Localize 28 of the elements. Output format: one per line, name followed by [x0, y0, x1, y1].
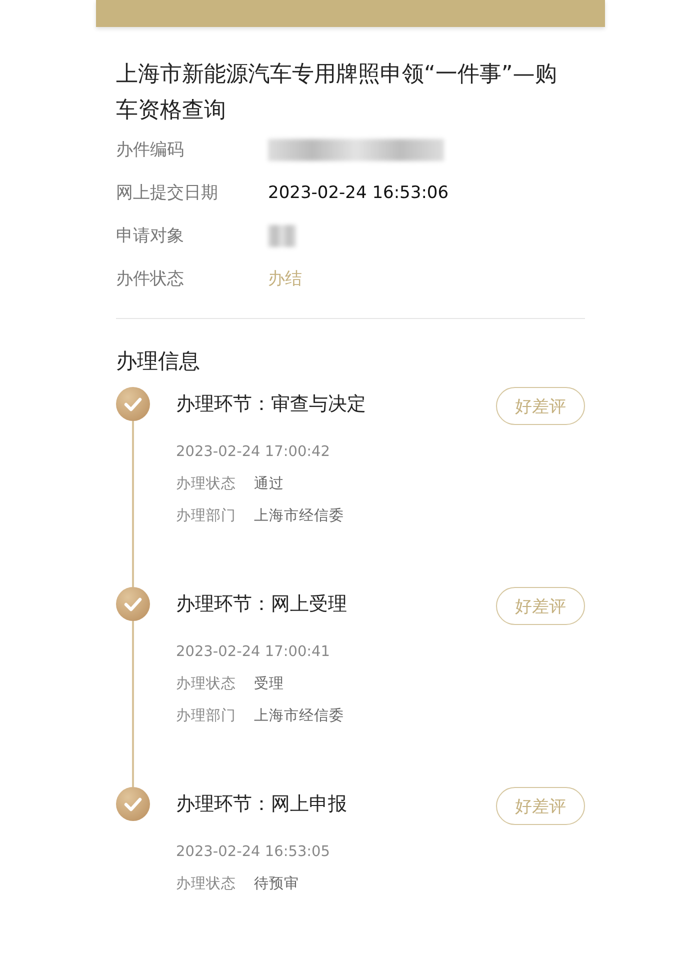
field-value: 上海市经信委: [254, 506, 344, 526]
field-value: 通过: [254, 475, 284, 494]
section-title: 办理信息: [116, 348, 201, 375]
info-label: 办件编码: [116, 139, 185, 162]
field-value: 上海市经信委: [254, 706, 344, 726]
status-value: 办结: [268, 268, 303, 291]
rating-button[interactable]: 好差评: [496, 387, 585, 425]
step-title: 办理环节：审查与决定: [176, 392, 367, 417]
field-label: 办理部门: [176, 506, 236, 526]
field-label: 办理状态: [176, 475, 236, 494]
field-label: 办理状态: [176, 875, 236, 894]
info-label: 办件状态: [116, 268, 185, 291]
info-label: 网上提交日期: [116, 182, 219, 205]
field-label: 办理部门: [176, 706, 236, 726]
step-title: 办理环节：网上申报: [176, 792, 348, 817]
step-time: 2023-02-24 16:53:05: [176, 843, 331, 862]
rating-button[interactable]: 好差评: [496, 787, 585, 825]
step-time: 2023-02-24 17:00:41: [176, 643, 331, 662]
field-value: 受理: [254, 675, 284, 694]
rating-button[interactable]: 好差评: [496, 587, 585, 625]
info-label: 申请对象: [116, 225, 185, 248]
redacted-value: [268, 225, 296, 247]
page-title: 上海市新能源汽车专用牌照申领“一件事”—购车资格查询: [116, 61, 558, 125]
step-time: 2023-02-24 17:00:42: [176, 443, 331, 462]
field-label: 办理状态: [176, 675, 236, 694]
info-value: 2023-02-24 16:53:06: [268, 182, 450, 205]
field-value: 待预审: [254, 874, 299, 894]
step-title: 办理环节：网上受理: [176, 592, 348, 617]
